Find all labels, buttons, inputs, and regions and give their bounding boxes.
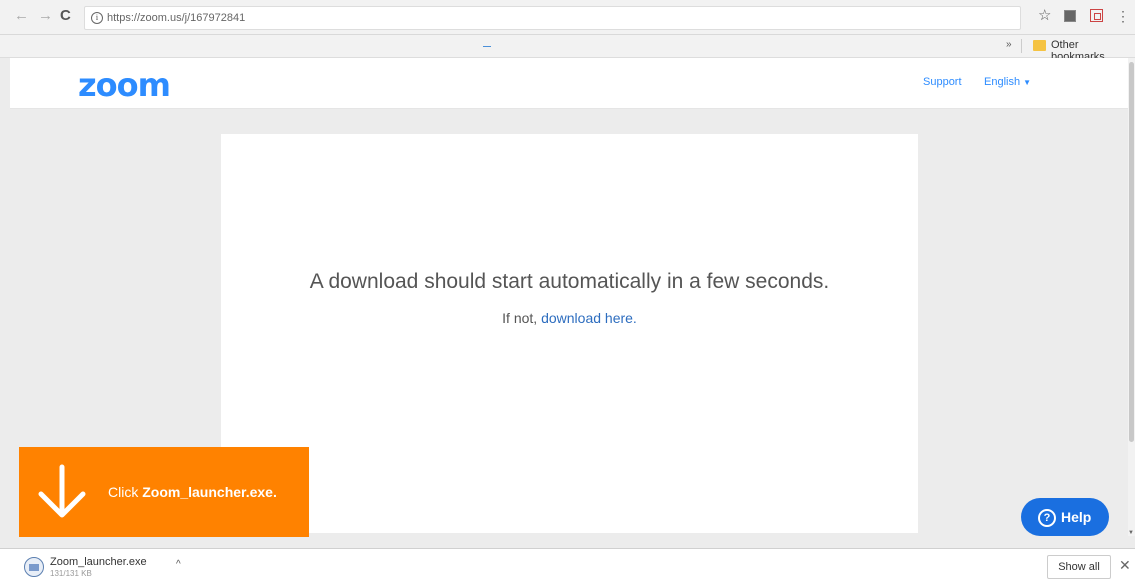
download-here-link[interactable]: download here.	[541, 310, 637, 326]
caret-down-icon: ▼	[1023, 78, 1032, 87]
bookmarks-overflow[interactable]: »	[1006, 39, 1012, 50]
support-link[interactable]: Support	[923, 76, 962, 88]
folder-icon[interactable]	[1033, 40, 1046, 51]
download-arrow-icon	[38, 464, 86, 518]
download-message: A download should start automatically in…	[309, 270, 830, 293]
scroll-down-icon[interactable]: ▼	[1128, 530, 1134, 536]
menu-icon[interactable]: ⋮	[1116, 8, 1130, 24]
download-toast: Click Zoom_launcher.exe.	[19, 447, 309, 537]
download-file-size: 131/131 KB	[50, 569, 92, 578]
reload-icon[interactable]: C	[60, 8, 71, 24]
info-icon[interactable]: i	[91, 12, 103, 24]
toast-filename: Zoom_launcher.exe.	[142, 484, 277, 500]
bookmarks-bar: » Other bookmarks	[0, 35, 1135, 63]
page-header: zoom Support English ▼	[10, 58, 1128, 109]
help-label: Help	[1061, 509, 1092, 525]
fallback-prefix: If not,	[502, 310, 538, 326]
address-bar[interactable]: i https://zoom.us/j/167972841	[84, 6, 1021, 30]
star-icon[interactable]: ☆	[1038, 7, 1051, 25]
toast-message: Click Zoom_launcher.exe.	[108, 484, 277, 500]
browser-toolbar: ← → C i https://zoom.us/j/167972841 ☆ ⋮	[0, 0, 1135, 35]
language-label: English	[984, 76, 1021, 88]
close-icon[interactable]: ✕	[1119, 557, 1131, 574]
pocket-extension-icon[interactable]	[1090, 9, 1103, 22]
zoom-logo[interactable]: zoom	[78, 66, 171, 104]
scrollbar-thumb[interactable]	[1129, 62, 1134, 442]
help-button[interactable]: ? Help	[1021, 498, 1109, 536]
divider	[1021, 39, 1022, 53]
download-file-name[interactable]: Zoom_launcher.exe	[50, 556, 147, 568]
fallback-line: If not, download here.	[221, 310, 918, 326]
help-icon: ?	[1038, 509, 1056, 527]
language-dropdown[interactable]: English ▼	[984, 76, 1031, 88]
show-all-button[interactable]: Show all	[1047, 555, 1111, 579]
toast-prefix: Click	[108, 484, 139, 500]
download-shelf: Zoom_launcher.exe 131/131 KB ^ Show all …	[0, 548, 1135, 581]
chevron-up-icon[interactable]: ^	[176, 559, 181, 570]
download-card: A download should start automatically in…	[221, 134, 918, 533]
forward-arrow-icon[interactable]: →	[38, 8, 53, 24]
url-text[interactable]: https://zoom.us/j/167972841	[107, 7, 245, 29]
loading-indicator	[483, 46, 491, 47]
back-arrow-icon[interactable]: ←	[14, 8, 29, 24]
extension-icon[interactable]	[1064, 10, 1076, 22]
file-icon[interactable]	[24, 557, 44, 577]
